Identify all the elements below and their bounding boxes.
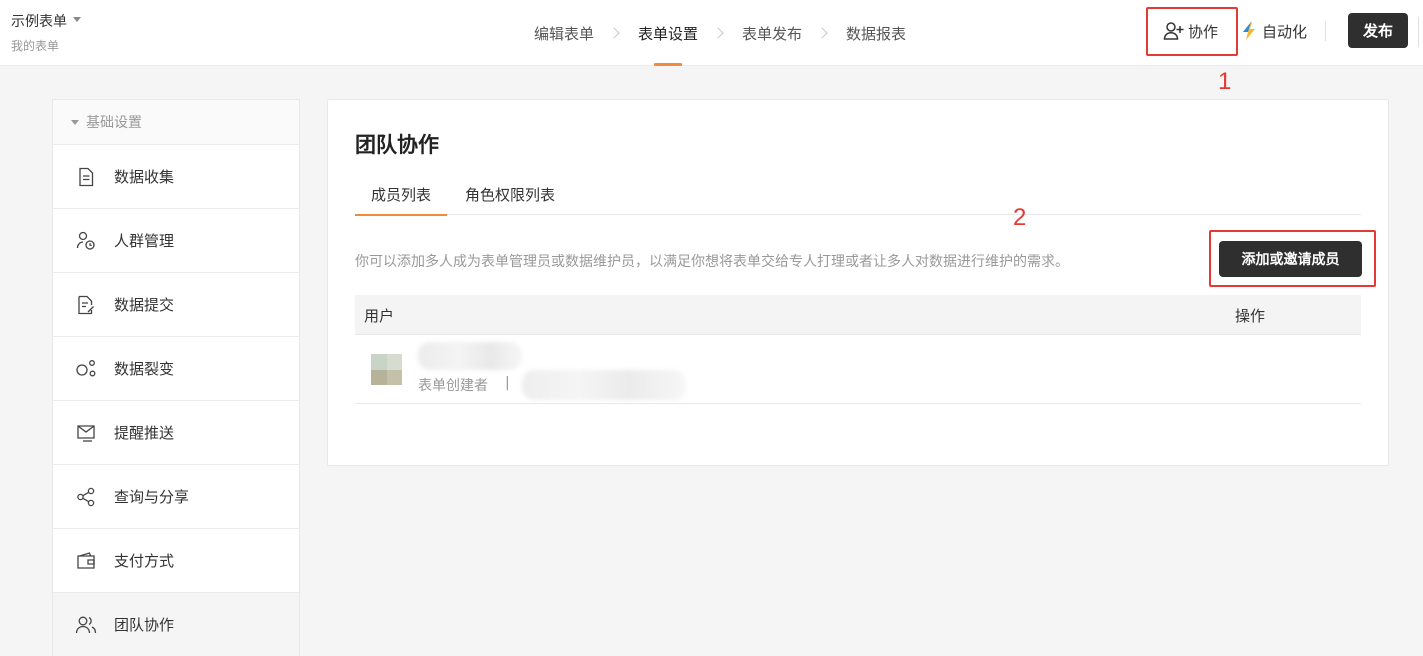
settings-sidebar: 基础设置 数据收集 人群管理 数据提交 数据裂变 提醒推送 查询与分享 支付方式… [52, 99, 300, 656]
sidebar-item-audience[interactable]: 人群管理 [53, 209, 299, 273]
form-subtitle: 我的表单 [11, 39, 60, 53]
collab-label: 协作 [1188, 22, 1219, 41]
page-title: 团队协作 [355, 133, 439, 157]
lightning-icon [1243, 22, 1255, 40]
sidebar-item-label: 数据提交 [114, 296, 175, 314]
form-title: 示例表单 [11, 14, 67, 30]
automation-button[interactable]: 自动化 [1241, 19, 1307, 43]
avatar [371, 354, 402, 385]
step-form-publish[interactable]: 表单发布 [742, 0, 802, 66]
collab-description: 你可以添加多人成为表单管理员或数据维护员，以满足你想将表单交给专人打理或者让多人… [355, 254, 1069, 270]
top-header: 示例表单 我的表单 编辑表单 表单设置 表单发布 数据报表 协作 自动化 发布 [0, 0, 1423, 66]
nodes-icon [75, 358, 97, 380]
role-separator: | [505, 375, 510, 391]
sidebar-item-query-share[interactable]: 查询与分享 [53, 465, 299, 529]
blurred-user-name [418, 342, 522, 370]
add-invite-member-button[interactable]: 添加或邀请成员 [1219, 241, 1362, 277]
header-divider [1325, 21, 1326, 41]
sidebar-item-data-fission[interactable]: 数据裂变 [53, 337, 299, 401]
sidebar-item-label: 数据裂变 [114, 360, 175, 378]
team-collab-panel: 团队协作 成员列表 角色权限列表 你可以添加多人成为表单管理员或数据维护员，以满… [327, 99, 1389, 466]
chevron-right-icon [712, 27, 724, 39]
collab-button[interactable]: 协作 [1163, 19, 1218, 43]
annotation-number-1: 1 [1218, 68, 1232, 95]
member-tabs: 成员列表 角色权限列表 [354, 172, 1361, 216]
sidebar-item-data-collection[interactable]: 数据收集 [53, 145, 299, 209]
envelope-icon [75, 422, 97, 444]
tab-role-permissions[interactable]: 角色权限列表 [465, 172, 555, 215]
member-role: 表单创建者 [418, 378, 488, 394]
step-data-report[interactable]: 数据报表 [846, 0, 906, 66]
chevron-right-icon [816, 27, 828, 39]
document-edit-icon [75, 294, 97, 316]
sidebar-item-payment[interactable]: 支付方式 [53, 529, 299, 593]
user-clock-icon [75, 230, 97, 252]
caret-down-icon [73, 16, 81, 22]
column-header-actions: 操作 [1235, 307, 1266, 325]
annotation-number-2: 2 [1013, 204, 1027, 231]
sidebar-item-reminder-push[interactable]: 提醒推送 [53, 401, 299, 465]
tab-member-list[interactable]: 成员列表 [354, 172, 448, 216]
sidebar-item-label: 提醒推送 [114, 424, 175, 442]
form-title-dropdown[interactable]: 示例表单 [11, 11, 81, 31]
sidebar-item-team-collab[interactable]: 团队协作 [53, 593, 299, 656]
sidebar-group-basic-settings[interactable]: 基础设置 [53, 100, 299, 145]
wallet-icon [75, 550, 97, 572]
sidebar-item-label: 团队协作 [114, 616, 175, 634]
sidebar-group-label: 基础设置 [86, 115, 142, 131]
step-nav: 编辑表单 表单设置 表单发布 数据报表 [534, 0, 906, 66]
automation-label: 自动化 [1262, 22, 1308, 41]
step-edit-form[interactable]: 编辑表单 [534, 0, 594, 66]
sidebar-item-data-submit[interactable]: 数据提交 [53, 273, 299, 337]
team-icon [75, 614, 97, 636]
publish-button[interactable]: 发布 [1348, 13, 1408, 48]
step-form-settings[interactable]: 表单设置 [638, 0, 698, 66]
sidebar-item-label: 查询与分享 [114, 488, 190, 506]
caret-down-icon [71, 119, 79, 125]
sidebar-item-label: 支付方式 [114, 552, 175, 570]
header-divider [1418, 17, 1419, 47]
document-icon [75, 166, 97, 188]
column-header-user: 用户 [364, 307, 395, 325]
table-row: 表单创建者 | [355, 336, 1361, 404]
share-icon [75, 486, 97, 508]
sidebar-item-label: 人群管理 [114, 232, 175, 250]
blurred-user-info [522, 370, 686, 400]
chevron-right-icon [608, 27, 620, 39]
add-user-icon [1163, 22, 1184, 40]
member-table-header: 用户 操作 [355, 295, 1361, 335]
sidebar-item-label: 数据收集 [114, 168, 175, 186]
